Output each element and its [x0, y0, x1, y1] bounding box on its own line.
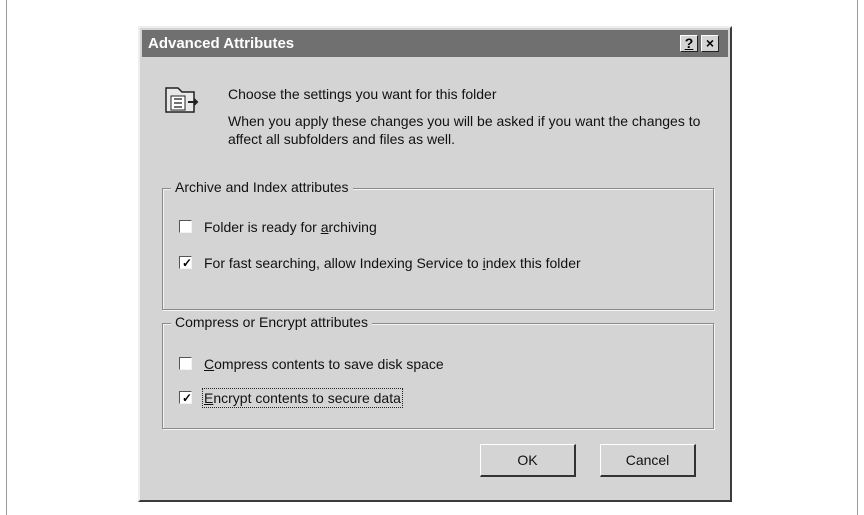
- help-button[interactable]: ?: [680, 35, 698, 52]
- advanced-attributes-dialog: Advanced Attributes ? × Choose the setti…: [138, 26, 732, 502]
- title-bar[interactable]: Advanced Attributes ? ×: [142, 30, 728, 57]
- indexing-checkbox[interactable]: ✓: [179, 256, 192, 269]
- ok-button[interactable]: OK: [480, 444, 576, 477]
- close-button[interactable]: ×: [701, 35, 719, 52]
- archive-index-group: Archive and Index attributes ✓ Folder is…: [162, 179, 714, 310]
- compress-encrypt-group: Compress or Encrypt attributes ✓ Compres…: [162, 314, 714, 429]
- archiving-label[interactable]: Folder is ready for archiving: [204, 219, 377, 235]
- archiving-checkbox[interactable]: ✓: [179, 220, 192, 233]
- compress-checkbox[interactable]: ✓: [179, 357, 192, 370]
- cancel-button[interactable]: Cancel: [600, 444, 696, 477]
- compress-label[interactable]: Compress contents to save disk space: [204, 356, 444, 372]
- info-heading: Choose the settings you want for this fo…: [228, 86, 497, 102]
- encrypt-checkbox[interactable]: ✓: [179, 391, 192, 404]
- archive-index-legend: Archive and Index attributes: [171, 179, 353, 195]
- compress-encrypt-legend: Compress or Encrypt attributes: [171, 314, 372, 330]
- dialog-title: Advanced Attributes: [148, 35, 295, 52]
- page-frame-left: [6, 0, 7, 515]
- folder-properties-icon: [160, 84, 200, 121]
- indexing-label[interactable]: For fast searching, allow Indexing Servi…: [204, 255, 581, 271]
- encrypt-label[interactable]: Encrypt contents to secure data: [202, 388, 403, 408]
- page-frame-right: [857, 0, 858, 515]
- info-description: When you apply these changes you will be…: [228, 113, 701, 147]
